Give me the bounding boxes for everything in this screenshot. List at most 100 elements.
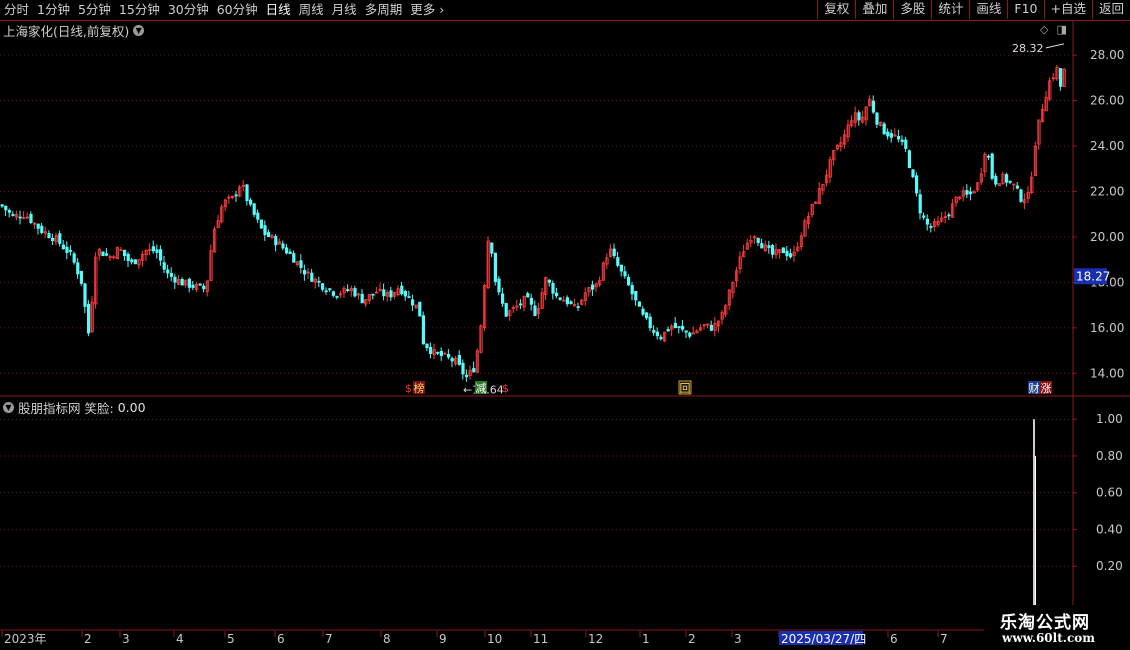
candle-body <box>659 336 663 340</box>
candle-body <box>947 214 951 217</box>
indicator-name: 笑脸: <box>84 401 114 416</box>
candle-body <box>40 225 44 233</box>
candle-body <box>439 350 444 357</box>
candle-body <box>915 175 919 194</box>
chevron-down-icon[interactable]: ▼ <box>3 402 14 413</box>
price-tick-label: 14.00 <box>1090 366 1124 380</box>
signal-marker-2: 减 <box>476 382 487 395</box>
candle-body <box>645 312 649 319</box>
indicator-tick-label: 0.80 <box>1096 449 1123 463</box>
candle-body <box>299 260 303 268</box>
candle-body <box>623 271 627 277</box>
candle-body <box>133 259 137 265</box>
stock-title-bar[interactable]: 上海家化(日线,前复权) ▼ <box>3 21 145 40</box>
candle-body <box>328 288 332 291</box>
candle-body <box>771 245 775 255</box>
signal-marker-3: $ <box>502 382 509 395</box>
candle-body <box>302 269 307 275</box>
time-axis-label: 6 <box>890 632 898 646</box>
candle-body <box>248 199 253 205</box>
time-axis-label: 4 <box>176 632 184 646</box>
signal-marker-6: 涨 <box>1041 382 1052 395</box>
candle-body <box>504 303 508 317</box>
candle-body <box>666 329 670 332</box>
candle-body <box>673 322 678 329</box>
candle-body <box>616 257 620 266</box>
candle-body <box>79 270 83 284</box>
candle-body <box>677 326 681 329</box>
candle-body <box>331 291 336 296</box>
indicator-tick-label: 0.20 <box>1096 559 1123 573</box>
kline-chart[interactable]: 28.0026.0024.0022.0020.0018.0016.0014.00… <box>0 0 1130 650</box>
panel-toggle-icon[interactable]: ◨ <box>1056 23 1066 36</box>
candle-body <box>900 139 904 142</box>
candle-body <box>130 259 134 263</box>
candle-body <box>529 297 534 305</box>
indicator-value: 0.00 <box>117 400 146 415</box>
candle-body <box>1019 189 1023 202</box>
candle-body <box>929 226 933 228</box>
candle-body <box>526 293 530 298</box>
time-axis-label: 2 <box>688 632 696 646</box>
diamond-icon[interactable]: ◇ <box>1040 23 1048 36</box>
candle-body <box>320 283 325 290</box>
indicator-tick-label: 1.00 <box>1096 412 1123 426</box>
candle-body <box>767 245 771 248</box>
candle-body <box>987 155 991 158</box>
time-axis-label: 7 <box>325 632 333 646</box>
time-axis-label: 3 <box>734 632 742 646</box>
candle-body <box>857 112 861 121</box>
candle-body <box>353 288 357 297</box>
candle-body <box>292 253 296 263</box>
candle-body <box>7 210 11 213</box>
candle-body <box>684 330 688 333</box>
time-axis-label: 1 <box>642 632 650 646</box>
candle-body <box>76 262 80 275</box>
candle-body <box>252 203 256 215</box>
candle-body <box>418 301 422 317</box>
candle-body <box>263 225 267 236</box>
candle-body <box>886 131 890 137</box>
candle-body <box>123 249 127 257</box>
candle-body <box>126 253 130 262</box>
chevron-down-icon[interactable]: ▼ <box>133 25 145 36</box>
candle-body <box>688 332 692 337</box>
candle-body <box>551 282 555 294</box>
candle-body <box>256 212 260 220</box>
indicator-title-bar[interactable]: ▼ 股朋指标网 笑脸: 0.00 <box>3 398 146 417</box>
indicator-tick-label: 0.40 <box>1096 522 1123 536</box>
candle-body <box>155 249 159 253</box>
candle-body <box>284 247 289 254</box>
candle-body <box>882 123 886 135</box>
price-tick-label: 20.00 <box>1090 230 1124 244</box>
candle-body <box>576 306 580 309</box>
candle-body <box>897 136 901 140</box>
time-axis-label: 3 <box>122 632 130 646</box>
candle-body <box>1015 185 1020 189</box>
price-tick-label: 22.00 <box>1090 185 1124 199</box>
candle-body <box>1008 180 1012 183</box>
time-axis-label: 9 <box>439 632 447 646</box>
time-axis-label: 6 <box>277 632 285 646</box>
candle-body <box>918 194 922 214</box>
candle-body <box>317 280 321 283</box>
candle-body <box>461 362 465 375</box>
candle-body <box>875 112 879 125</box>
candle-body <box>558 297 562 300</box>
high-price-arrow <box>1045 43 1065 49</box>
current-price-label: 18.27 <box>1076 269 1110 283</box>
high-price-label: 28.32 <box>1012 42 1044 55</box>
chart-corner-icons: ◇ ◨ <box>1040 23 1067 36</box>
candle-body <box>425 343 429 349</box>
candle-body <box>166 269 170 274</box>
candle-body <box>36 223 40 229</box>
signal-marker-0: $ <box>405 382 412 395</box>
candle-body <box>990 153 994 179</box>
candle-body <box>785 250 789 257</box>
candle-body <box>889 133 894 138</box>
candle-body <box>158 249 163 261</box>
candle-body <box>180 278 184 286</box>
candle-body <box>591 284 595 290</box>
candle-body <box>911 169 915 178</box>
signal-marker-4: 回 <box>680 382 691 395</box>
